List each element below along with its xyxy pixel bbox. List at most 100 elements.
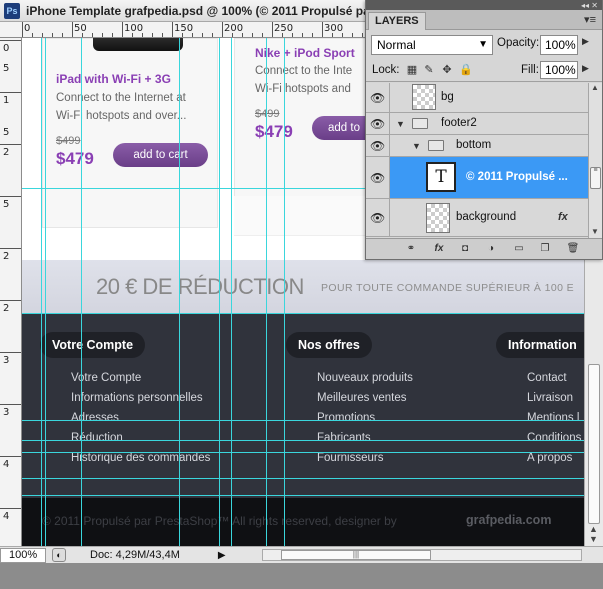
new-group-icon[interactable]: ▭ [512,243,526,255]
document-title: iPhone Template grafpedia.psd @ 100% (© … [26,3,370,18]
footer-link[interactable]: Meilleures ventes [317,388,413,408]
eye-icon[interactable]: 👁 [370,212,386,224]
guide-line[interactable] [22,478,584,479]
guide-line[interactable] [22,313,584,314]
copyright-bar: © 2011 Propulsé par PrestaShop™ All righ… [22,498,584,546]
guide-line[interactable] [22,495,584,496]
workspace-background [0,563,603,589]
ruler-tick [62,33,63,37]
lock-image-icon[interactable]: ✎ [423,64,435,76]
new-layer-icon[interactable]: ❐ [538,243,552,255]
footer-link[interactable]: A propos [527,448,581,468]
ruler-tick [282,33,283,37]
eye-icon[interactable]: 👁 [370,140,386,152]
horizontal-scrollbar[interactable]: ||| [262,549,582,561]
ruler-label: 150 [174,23,194,34]
add-to-cart-button[interactable]: add to cart [113,143,208,167]
add-to-cart-button[interactable]: add to [312,116,372,140]
layer-thumbnail [426,203,450,233]
footer-link[interactable]: Adresses [71,408,210,428]
footer-link[interactable]: Conditions [527,428,581,448]
layer-row[interactable]: 👁 bg [366,83,588,113]
scroll-down-arrow-icon[interactable]: ▼ [591,227,599,236]
vertical-ruler[interactable]: 0 5 1 5 2 5 2 2 3 3 4 4 [0,38,22,546]
blend-mode-select[interactable]: Normal ▼ [371,35,493,55]
footer-link[interactable]: Livraison [527,388,581,408]
document-size-info[interactable]: Doc: 4,29M/43,4M [90,549,180,561]
layer-row-selected[interactable]: 👁 T © 2011 Propulsé ... [366,157,588,199]
guide-line[interactable] [284,38,285,546]
footer-link-list: Votre Compte Informations personnelles A… [71,368,210,468]
footer-link[interactable]: Fournisseurs [317,448,413,468]
lock-label: Lock: [372,64,400,76]
vertical-scroll-thumb[interactable] [588,364,600,524]
text-layer-icon: T [426,162,456,192]
scroll-down-arrow-icon[interactable]: ▼ [589,534,598,544]
ruler-tick [342,33,343,37]
expand-triangle-icon[interactable]: ▼ [396,119,405,129]
guide-line[interactable] [179,38,180,546]
eye-icon[interactable]: 👁 [370,118,386,130]
layer-list-scroll-thumb[interactable]: ≡ [590,167,601,189]
layer-row[interactable]: 👁 background fx [366,199,588,237]
guide-line[interactable] [219,38,220,546]
lock-position-icon[interactable]: ✥ [441,64,453,76]
layer-list-scrollbar[interactable]: ▲ ≡ ▼ [588,83,602,238]
add-mask-icon[interactable]: ◘ [458,243,472,255]
guide-line[interactable] [81,38,82,546]
layer-name: bg [441,91,454,103]
guide-line[interactable] [22,440,584,441]
horizontal-scroll-thumb[interactable]: ||| [281,550,431,560]
ruler-tick [132,33,133,37]
expand-triangle-icon[interactable]: ▼ [412,141,421,151]
eye-icon[interactable]: 👁 [370,172,386,184]
document-info-icon[interactable]: ◐ [52,548,66,562]
footer-link[interactable]: Promotions [317,408,413,428]
ruler-tick [272,22,273,37]
product-title: Nike + iPod Sport [255,46,355,60]
guide-line[interactable] [41,38,42,546]
guide-line[interactable] [231,38,232,546]
scroll-up-arrow-icon[interactable]: ▲ [591,83,599,92]
photoshop-window: Ps iPhone Template grafpedia.psd @ 100% … [0,0,603,589]
scroll-up-arrow-icon[interactable]: ▲ [589,524,598,534]
eye-icon[interactable]: 👁 [370,92,386,104]
lock-all-icon[interactable]: 🔒 [459,64,473,76]
layer-group-row[interactable]: 👁 ▼ bottom [366,135,588,157]
status-menu-arrow-icon[interactable]: ▶ [218,550,226,561]
delete-layer-icon[interactable]: 🗑 [566,243,580,255]
layer-effects-icon[interactable]: fx [558,211,568,223]
footer-link[interactable]: Réduction [71,428,210,448]
lock-transparency-icon[interactable]: ▦ [406,64,418,76]
layers-panel: ◂◂ ✕ LAYERS ▾≡ Normal ▼ Opacity: 100% ▶ … [365,0,603,260]
old-price: $499 [255,108,280,120]
adjustment-layer-icon[interactable]: ◑ [484,243,498,255]
ruler-label: 2 [3,251,10,262]
footer-link[interactable]: Informations personnelles [71,388,210,408]
fill-field[interactable]: 100% [540,61,578,79]
fill-slider-arrow-icon[interactable]: ▶ [582,63,589,74]
footer-link[interactable]: Historique des commandes [71,448,210,468]
layers-panel-footer: ⚭ fx ◘ ◑ ▭ ❐ 🗑 [366,238,602,259]
footer-link[interactable]: Contact [527,368,581,388]
guide-line[interactable] [22,452,584,453]
zoom-level-field[interactable]: 100% [0,547,46,563]
footer-link[interactable]: Mentions l [527,408,581,428]
link-layers-icon[interactable]: ⚭ [404,243,418,255]
add-layer-style-icon[interactable]: fx [432,243,446,255]
footer-link[interactable]: Nouveaux produits [317,368,413,388]
opacity-slider-arrow-icon[interactable]: ▶ [582,36,589,47]
ruler-tick [262,33,263,37]
footer-link[interactable]: Votre Compte [71,368,210,388]
panel-menu-icon[interactable]: ▾≡ [584,13,596,26]
ruler-tick [0,352,21,353]
panel-collapse-bar[interactable]: ◂◂ ✕ [366,0,602,10]
footer-link[interactable]: Fabricants [317,428,413,448]
guide-line[interactable] [266,38,267,546]
guide-line[interactable] [22,420,584,421]
layer-group-row[interactable]: 👁 ▼ footer2 [366,113,588,135]
guide-line[interactable] [45,38,46,546]
opacity-field[interactable]: 100% [540,35,578,55]
folder-icon [412,118,428,129]
tab-layers[interactable]: LAYERS [368,12,426,30]
